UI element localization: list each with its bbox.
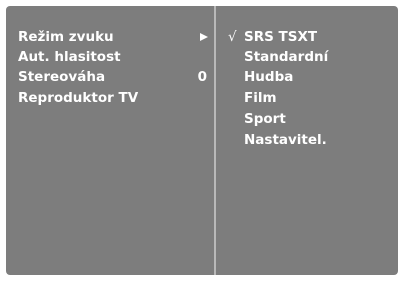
check-mark-icon: √ [228, 29, 237, 45]
option-label: Standardní [244, 49, 329, 65]
menu-item-label: Reproduktor TV [18, 90, 139, 106]
triangle-right-icon [200, 33, 208, 41]
audio-menu-panel: Režim zvuku Aut. hlasitost Stereováha 0 … [6, 6, 214, 275]
menu-item-tv-speaker[interactable]: Reproduktor TV [18, 88, 208, 108]
menu-item-sound-mode[interactable]: Režim zvuku [18, 27, 208, 47]
option-label: Film [244, 90, 277, 106]
option-label: Nastavitel. [244, 132, 327, 148]
menu-item-auto-volume[interactable]: Aut. hlasitost [18, 47, 208, 67]
option-label: Sport [244, 111, 286, 127]
option-label: Hudba [244, 69, 294, 85]
menu-item-label: Režim zvuku [18, 29, 114, 45]
osd-menu-screen: Režim zvuku Aut. hlasitost Stereováha 0 … [6, 6, 398, 275]
menu-item-label: Stereováha [18, 69, 106, 85]
menu-item-label: Aut. hlasitost [18, 49, 121, 65]
menu-item-balance[interactable]: Stereováha 0 [18, 67, 208, 87]
sound-mode-submenu: √ SRS TSXT Standardní Hudba Film Sport N… [216, 6, 398, 275]
balance-value: 0 [197, 69, 207, 85]
option-label: SRS TSXT [244, 29, 318, 45]
